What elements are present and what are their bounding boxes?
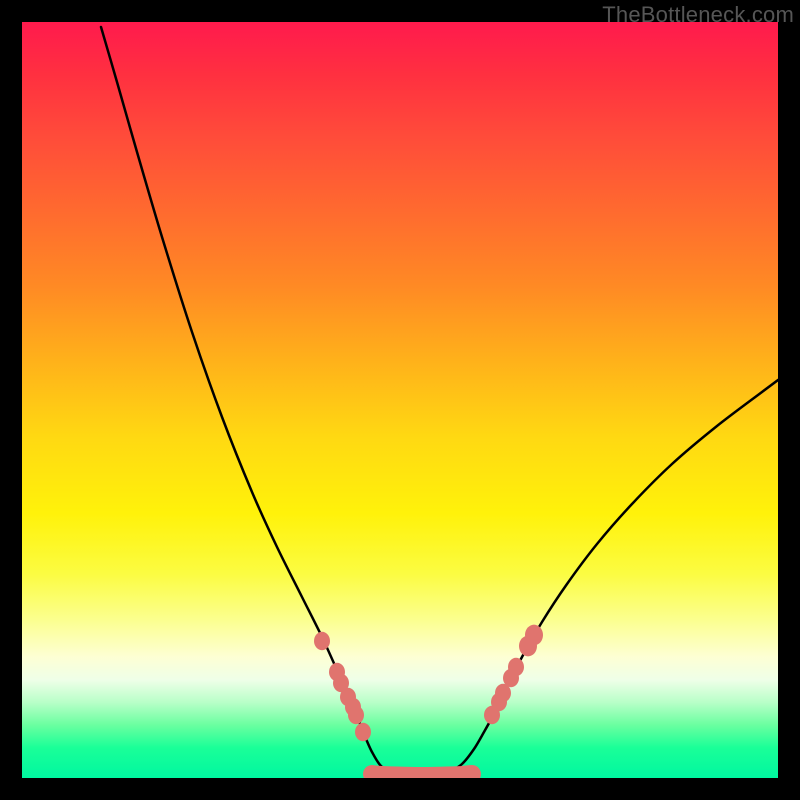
data-marker bbox=[314, 632, 330, 650]
plot-area bbox=[22, 22, 778, 778]
chart-svg bbox=[22, 22, 778, 778]
data-marker bbox=[525, 625, 543, 646]
data-marker bbox=[355, 723, 371, 741]
chart-frame: TheBottleneck.com bbox=[0, 0, 800, 800]
curves-group bbox=[101, 27, 778, 775]
watermark-text: TheBottleneck.com bbox=[602, 2, 794, 28]
data-marker bbox=[348, 706, 364, 724]
markers-group bbox=[314, 625, 543, 742]
plateau-marker bbox=[372, 774, 472, 776]
plateau-highlight bbox=[372, 774, 472, 776]
data-marker bbox=[508, 658, 524, 676]
curve-left-curve bbox=[101, 27, 398, 774]
